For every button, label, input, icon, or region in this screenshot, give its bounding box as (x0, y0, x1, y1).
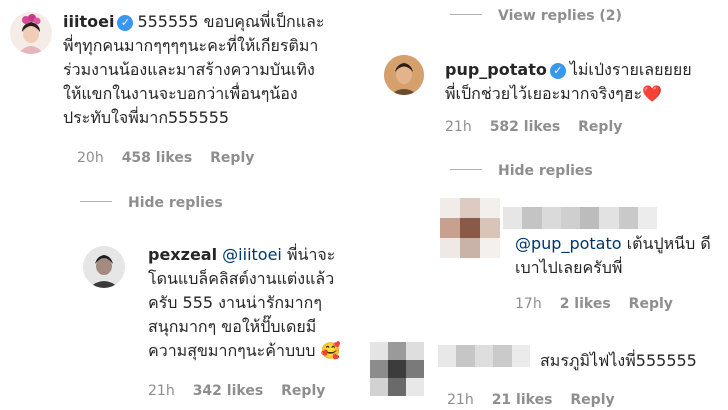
avatar-photo-icon (10, 12, 52, 54)
reply-line: เต้นปูหนีบ ดี (626, 234, 711, 253)
likes-count[interactable]: 582 likes (490, 119, 560, 135)
username-pup-potato[interactable]: pup_potato (445, 60, 547, 79)
likes-count[interactable]: 342 likes (193, 383, 263, 399)
timestamp[interactable]: 21h (447, 392, 474, 408)
reply-button[interactable]: Reply (570, 392, 614, 408)
mention-pup-potato[interactable]: @pup_potato (515, 234, 622, 253)
iiitoei-comment: iiitoei ✓ 555555 ขอบคุณพี่เป็กและ พี่ๆทุกค… (63, 10, 363, 130)
verified-badge-icon: ✓ (549, 63, 566, 79)
comment-line: 555555 ขอบคุณพี่เป็กและ (137, 12, 325, 31)
thread-line (450, 14, 482, 15)
timestamp[interactable]: 21h (445, 119, 472, 135)
red-heart-emoji-icon: ❤️ (642, 84, 663, 103)
anon-reply-1-meta: 17h 2 likes Reply (515, 296, 691, 312)
avatar-photo-icon (384, 55, 424, 95)
verified-badge-icon: ✓ (117, 15, 134, 31)
comment-line: ไม่เป่งรายเลยยยย (569, 60, 692, 79)
comment-line: ร่วมงานน้องและมาสร้างความบันเทิง (63, 60, 315, 79)
reply-line: เบาไปเลยครับพี่ (515, 258, 623, 277)
avatar-photo-icon (83, 246, 125, 288)
smiling-hearts-emoji-icon: 🥰 (320, 341, 341, 360)
pexzeal-meta: 21h 342 likes Reply (148, 383, 343, 399)
thread-line (450, 169, 482, 170)
pixelated-avatar[interactable] (370, 342, 424, 396)
likes-count[interactable]: 458 likes (122, 150, 192, 166)
anon-reply-2-meta: 21h 21 likes Reply (447, 392, 633, 408)
reply-line: ครับ 555 งานน่ารักมากๆ (148, 293, 322, 312)
reply-line: ความสุขมากๆนะค้าบบบ (148, 341, 316, 360)
anon-reply-2: สมรภูมิไฟไงพี่555555 (540, 349, 725, 373)
thread-line (80, 201, 112, 202)
pixelated-username (438, 345, 530, 367)
comment-line: ให้แขกในงานจะบอกว่าเพื่อนๆน้อง (63, 84, 298, 103)
reply-line: พี่น่าจะ (286, 245, 336, 264)
panel-divider (364, 0, 366, 410)
iiitoei-avatar[interactable] (10, 12, 52, 54)
timestamp[interactable]: 17h (515, 296, 542, 312)
hide-replies-right[interactable]: Hide replies (450, 163, 593, 179)
timestamp[interactable]: 20h (77, 150, 104, 166)
comment-line: พี่เป็กช่วยไว้เยอะมากจริงๆฮะ (445, 84, 643, 103)
likes-count[interactable]: 2 likes (560, 296, 611, 312)
view-replies[interactable]: View replies (2) (450, 8, 622, 24)
pup-potato-meta: 21h 582 likes Reply (445, 119, 640, 135)
username-pexzeal[interactable]: pexzeal (148, 245, 217, 264)
username-iiitoei[interactable]: iiitoei (63, 12, 114, 31)
hide-replies-left[interactable]: Hide replies (80, 195, 223, 211)
timestamp[interactable]: 21h (148, 383, 175, 399)
reply-button[interactable]: Reply (210, 150, 254, 166)
reply-line: สนุกมากๆ ขอให้ปั๊บเดยมี (148, 317, 317, 336)
mention-iiitoei[interactable]: @iiitoei (222, 245, 282, 264)
hide-replies-label[interactable]: Hide replies (498, 163, 593, 179)
pexzeal-avatar[interactable] (83, 246, 125, 288)
reply-button[interactable]: Reply (578, 119, 622, 135)
pup-potato-comment: pup_potato ✓ ไม่เป่งรายเลยยยย พี่เป็กช่วยไ… (445, 58, 725, 106)
comment-line: ประทับใจพี่มาก555555 (63, 108, 230, 127)
anon-reply-1: @pup_potato เต้นปูหนีบ ดี เบาไปเลยครับพี… (515, 232, 725, 280)
hide-replies-label[interactable]: Hide replies (128, 195, 223, 211)
iiitoei-meta: 20h 458 likes Reply (77, 150, 272, 166)
reply-button[interactable]: Reply (281, 383, 325, 399)
pexzeal-reply: pexzeal @iiitoei พี่น่าจะ โดนแบล็คลิสต์ง… (148, 243, 363, 363)
reply-line: สมรภูมิไฟไงพี่555555 (540, 351, 697, 370)
pup-potato-avatar[interactable] (384, 55, 424, 95)
view-replies-label[interactable]: View replies (2) (498, 8, 622, 24)
reply-line: โดนแบล็คลิสต์งานแต่งแล้ว (148, 269, 335, 288)
pixelated-username (503, 207, 657, 229)
reply-button[interactable]: Reply (629, 296, 673, 312)
pixelated-avatar[interactable] (440, 198, 500, 258)
likes-count[interactable]: 21 likes (492, 392, 553, 408)
comment-line: พี่ๆทุกคนมากๆๆๆๆนะคะที่ให้เกียรติมา (63, 36, 319, 55)
